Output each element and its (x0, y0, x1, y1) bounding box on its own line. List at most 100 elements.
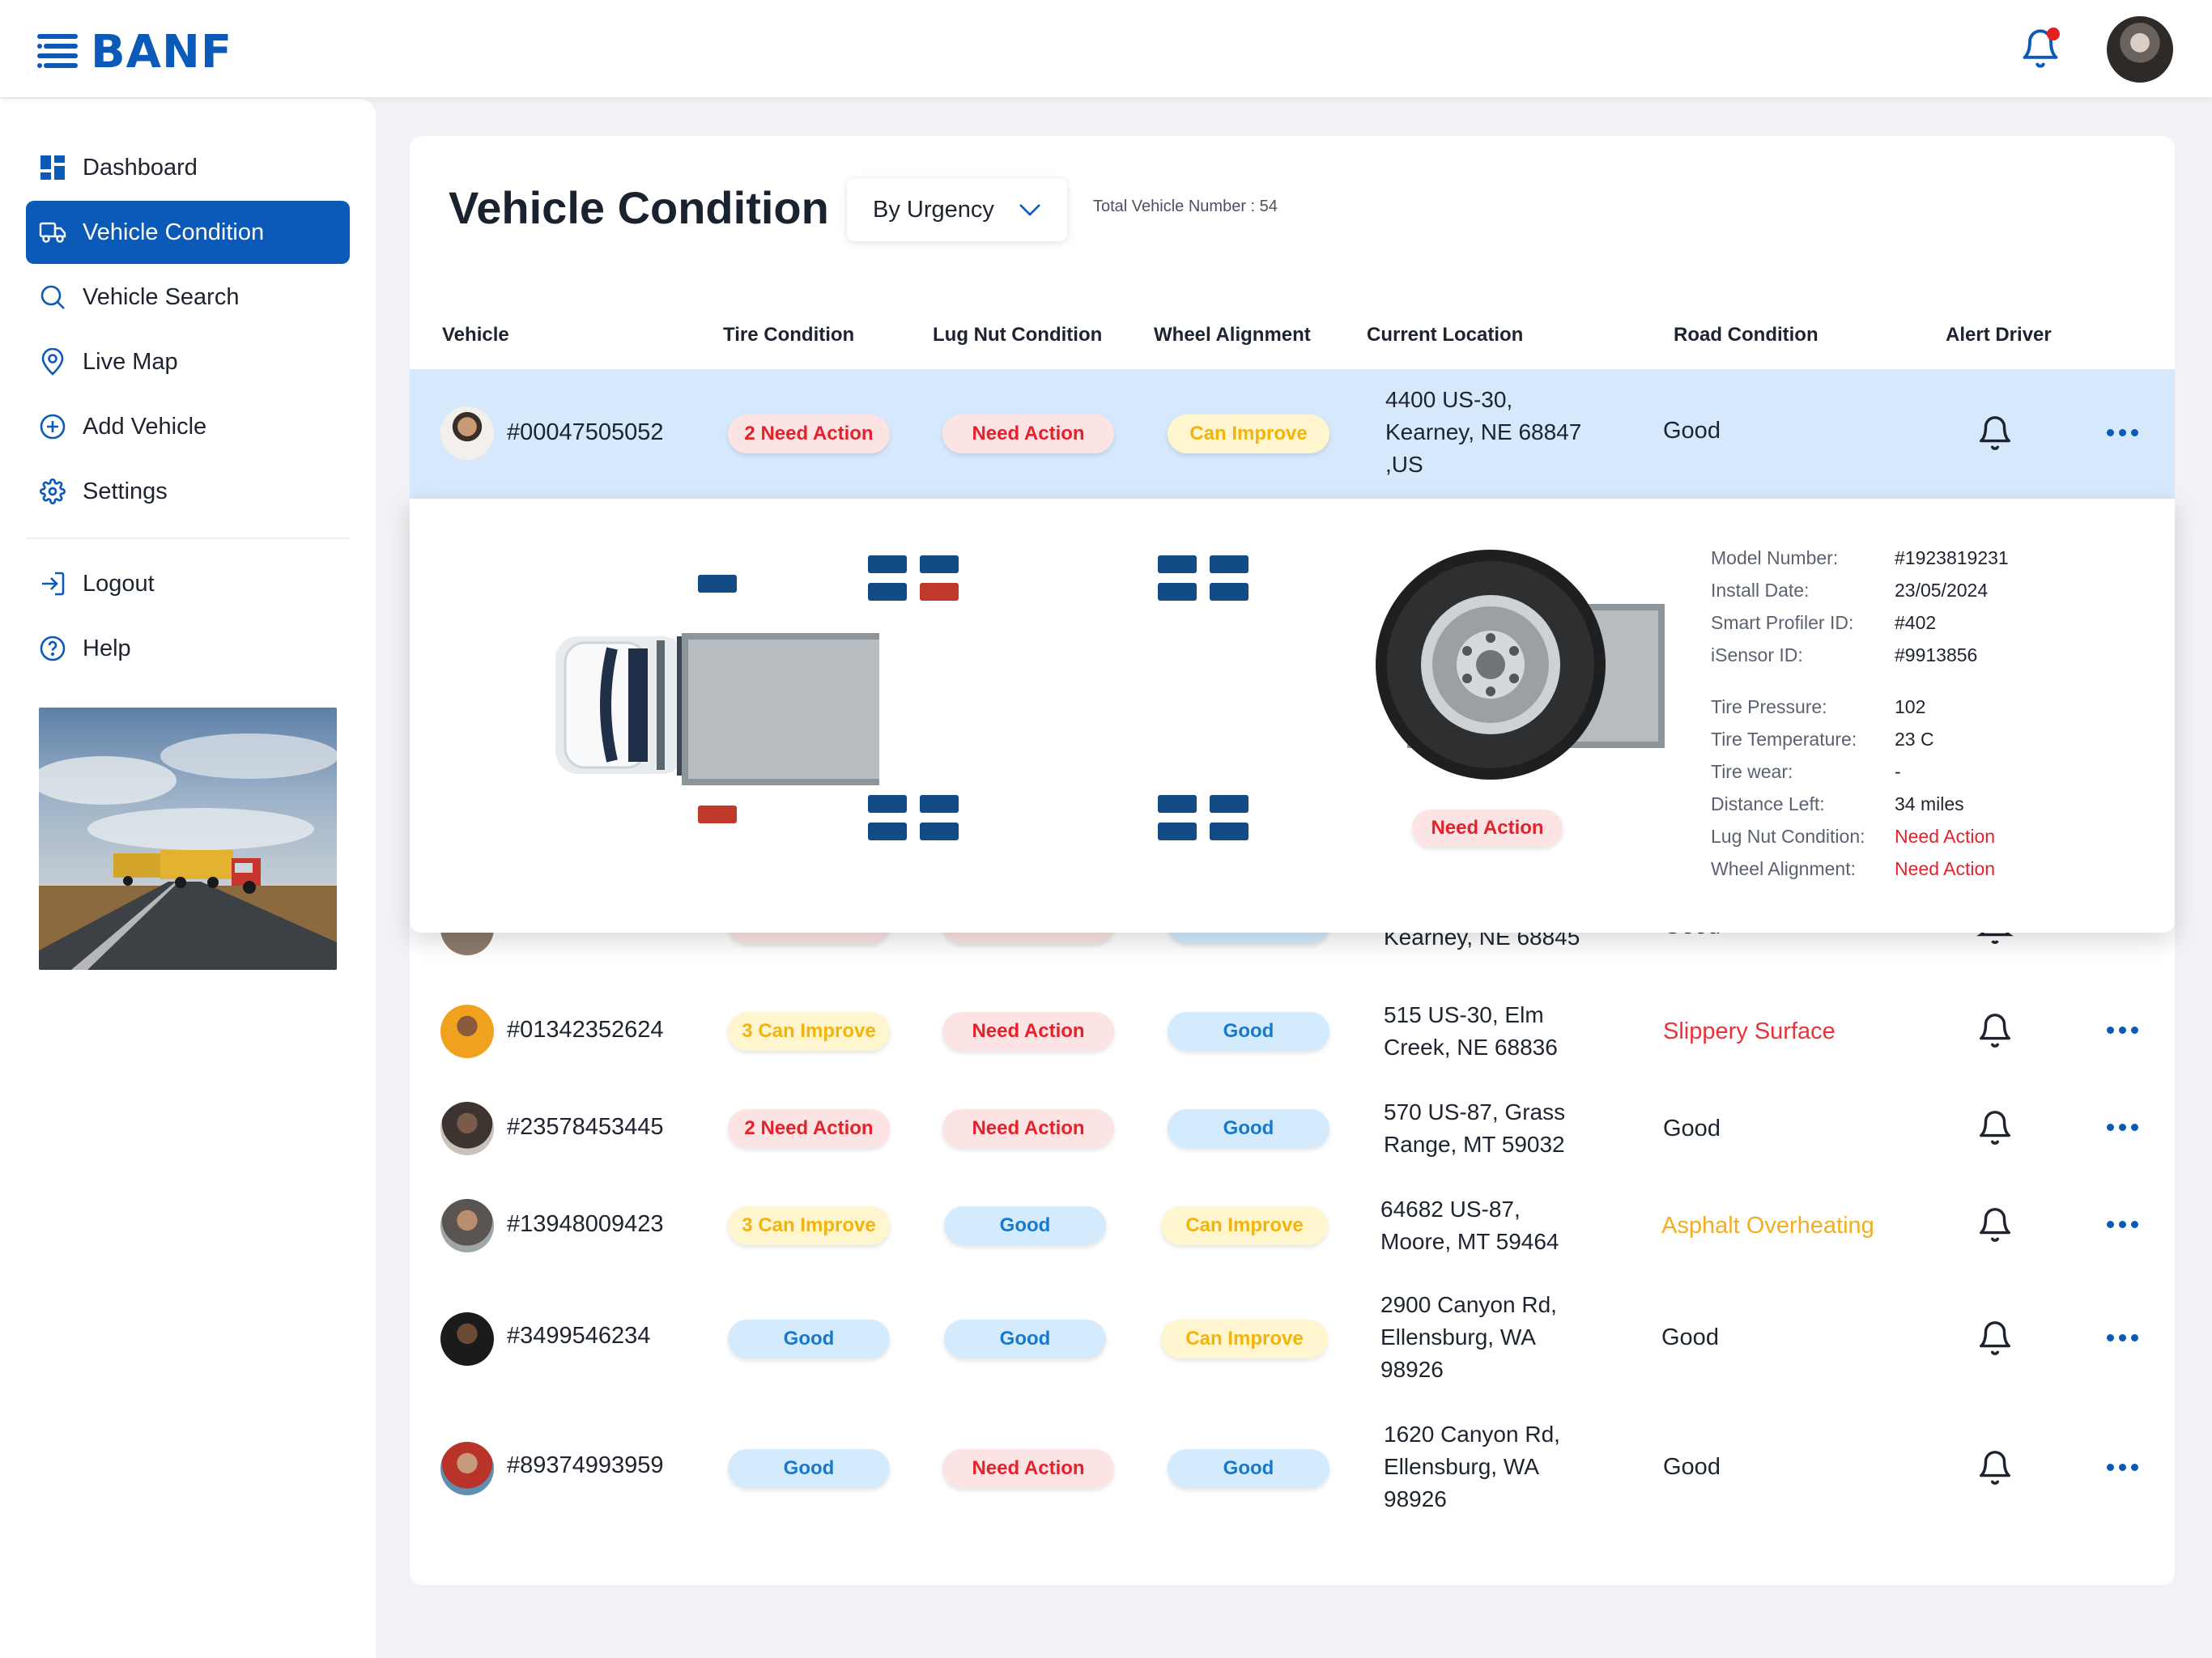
vehicle-id[interactable]: #13948009423 (507, 1211, 664, 1238)
truck-icon (39, 219, 66, 246)
road-condition: Asphalt Overheating (1661, 1213, 1874, 1239)
wheel-alignment-badge: Can Improve (1168, 414, 1329, 453)
lug-nut-condition-badge: Need Action (942, 1449, 1114, 1488)
tire-condition-badge: 2 Need Action (728, 414, 890, 453)
current-location: 515 US-30, Elm Creek, NE 68836 (1384, 1002, 1558, 1060)
spec-label: Tire Temperature: (1711, 729, 1857, 750)
dashboard-icon (39, 154, 66, 181)
column-header-lug-nut-condition[interactable]: Lug Nut Condition (933, 324, 1102, 346)
alert-driver-bell-icon[interactable] (1976, 1449, 2014, 1486)
sort-dropdown-value: By Urgency (873, 196, 994, 223)
road-condition: Good (1663, 1454, 1721, 1480)
sidebar-item-live-map[interactable]: Live Map (26, 330, 350, 393)
current-location: 570 US-87, Grass Range, MT 59032 (1384, 1099, 1566, 1157)
help-icon (39, 635, 66, 662)
table-row[interactable]: #23578453445 2 Need Action Need Action G… (410, 1080, 2175, 1177)
page-title: Vehicle Condition (449, 182, 829, 233)
tire-condition-badge: 3 Can Improve (728, 1206, 890, 1245)
column-header-road-condition[interactable]: Road Condition (1674, 324, 1819, 346)
driver-avatar (440, 1102, 494, 1155)
vehicle-id[interactable]: #00047505052 (507, 419, 664, 446)
table-row[interactable]: #89374993959 Good Need Action Good 1620 … (410, 1404, 2175, 1533)
table-row[interactable]: #01342352624 3 Can Improve Need Action G… (410, 983, 2175, 1080)
table-row[interactable]: #3499546234 Good Good Can Improve 2900 C… (410, 1274, 2175, 1404)
sort-dropdown[interactable]: By Urgency (847, 178, 1067, 241)
sidebar-item-label: Dashboard (83, 154, 198, 181)
tire-icon (698, 555, 1249, 840)
spec-value: #1923819231 (1895, 547, 2009, 568)
vehicle-id[interactable]: #89374993959 (507, 1452, 664, 1479)
current-location: 1620 Canyon Rd, Ellensburg, WA 98926 (1384, 1422, 1560, 1511)
wheel-alignment-badge: Can Improve (1161, 1320, 1328, 1358)
plus-circle-icon (39, 413, 66, 440)
column-header-current-location[interactable]: Current Location (1367, 324, 1523, 346)
sidebar-item-label: Vehicle Search (83, 283, 240, 310)
logo[interactable]: BANF (37, 26, 232, 79)
wheel-alignment-badge: Good (1168, 1449, 1329, 1488)
sidebar-item-add-vehicle[interactable]: Add Vehicle (26, 395, 350, 458)
sidebar-divider (26, 538, 350, 539)
sidebar-item-logout[interactable]: Logout (26, 552, 350, 615)
spec-label: Smart Profiler ID: (1711, 612, 1854, 633)
sidebar-item-label: Add Vehicle (83, 413, 207, 440)
table-header: Vehicle Tire Condition Lug Nut Condition… (410, 316, 2175, 356)
sidebar-item-vehicle-condition[interactable]: Vehicle Condition (26, 201, 350, 264)
tire-layout (698, 555, 1249, 840)
road-condition: Good (1661, 1324, 1719, 1350)
alert-driver-bell-icon[interactable] (1976, 1206, 2014, 1244)
chevron-down-icon (1019, 204, 1040, 216)
spec-label: Lug Nut Condition: (1711, 826, 1865, 847)
tire-status-badge: Need Action (1412, 810, 1563, 847)
table-row[interactable]: #13948009423 3 Can Improve Good Can Impr… (410, 1177, 2175, 1274)
more-options-icon[interactable] (2107, 1464, 2139, 1473)
spec-label: Tire Pressure: (1711, 696, 1827, 717)
sidebar-item-settings[interactable]: Settings (26, 460, 350, 523)
more-options-icon[interactable] (2107, 1027, 2139, 1036)
spec-value: 23/05/2024 (1895, 580, 1989, 601)
tire-condition-badge: 2 Need Action (728, 1109, 890, 1148)
vehicle-id[interactable]: #3499546234 (507, 1323, 650, 1350)
sidebar-item-dashboard[interactable]: Dashboard (26, 136, 350, 199)
spec-value: Need Action (1895, 826, 1996, 847)
lug-nut-condition-badge: Need Action (942, 1012, 1114, 1051)
alert-driver-bell-icon[interactable] (1976, 414, 2014, 452)
road-condition: Good (1663, 1116, 1721, 1141)
driver-avatar (440, 1442, 494, 1495)
spec-label: Distance Left: (1711, 793, 1825, 814)
vehicle-id[interactable]: #23578453445 (507, 1114, 664, 1141)
user-avatar[interactable] (2107, 16, 2173, 83)
spec-label: iSensor ID: (1711, 644, 1803, 665)
sidebar-item-label: Settings (83, 478, 168, 504)
lug-nut-condition-badge: Good (944, 1320, 1106, 1358)
alert-driver-bell-icon[interactable] (1976, 1109, 2014, 1146)
tire-wheel-image (1376, 550, 1606, 780)
column-header-tire-condition[interactable]: Tire Condition (723, 324, 854, 346)
lug-nut-condition-badge: Need Action (942, 414, 1114, 453)
column-header-wheel-alignment[interactable]: Wheel Alignment (1154, 324, 1311, 346)
alert-driver-bell-icon[interactable] (1976, 1012, 2014, 1049)
tire-condition-badge: Good (728, 1449, 890, 1488)
more-options-icon[interactable] (2107, 1334, 2139, 1344)
driver-avatar (440, 1005, 494, 1058)
lug-nut-condition-badge: Need Action (942, 1109, 1114, 1148)
column-header-vehicle[interactable]: Vehicle (442, 324, 509, 346)
spec-value: - (1895, 761, 1901, 782)
logo-mark-icon (37, 33, 78, 68)
more-options-icon[interactable] (2107, 1124, 2139, 1133)
spec-value: 102 (1895, 696, 1926, 717)
column-header-alert-driver[interactable]: Alert Driver (1946, 324, 2052, 346)
sidebar: Dashboard Vehicle Condition Vehicle Sear… (0, 99, 376, 1658)
more-options-icon[interactable] (2107, 429, 2139, 439)
more-options-icon[interactable] (2107, 1221, 2139, 1231)
table-row[interactable]: #00047505052 2 Need Action Need Action C… (410, 369, 2175, 499)
spec-label: Install Date: (1711, 580, 1810, 601)
sidebar-item-label: Live Map (83, 348, 178, 375)
sidebar-item-help[interactable]: Help (26, 617, 350, 680)
alert-driver-bell-icon[interactable] (1976, 1320, 2014, 1357)
lug-nut-condition-badge: Good (944, 1206, 1106, 1245)
vehicle-id[interactable]: #01342352624 (507, 1017, 664, 1044)
wheel-alignment-badge: Good (1168, 1109, 1329, 1148)
spec-value: #9913856 (1895, 644, 1978, 665)
tire-condition-badge: 3 Can Improve (728, 1012, 890, 1051)
sidebar-item-vehicle-search[interactable]: Vehicle Search (26, 266, 350, 329)
